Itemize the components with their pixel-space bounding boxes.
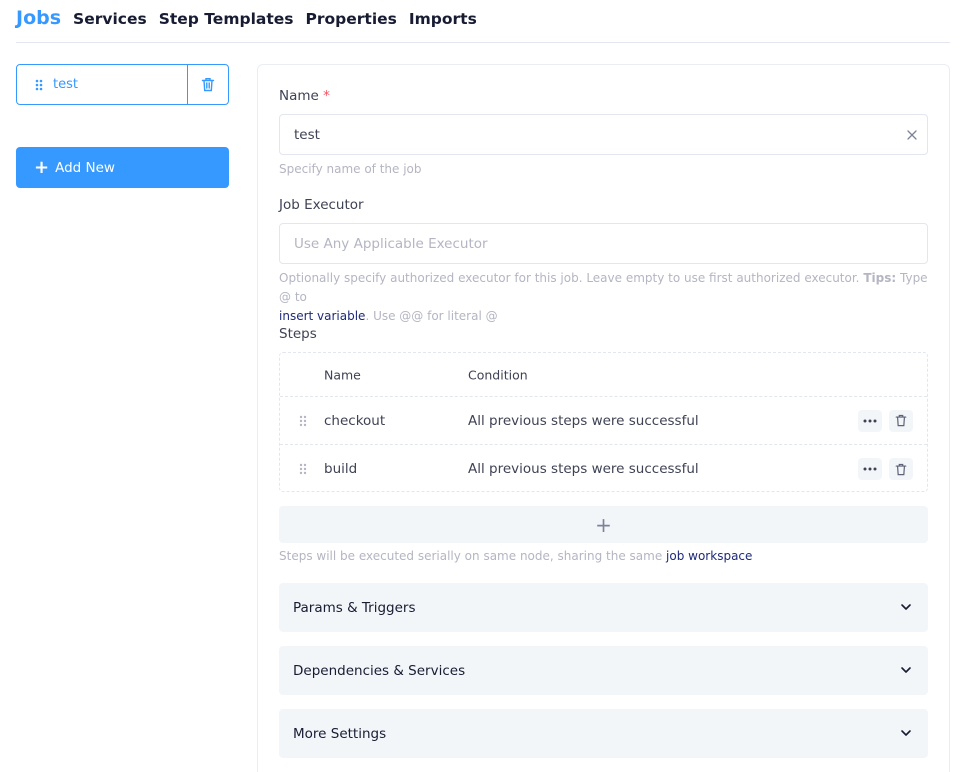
top-nav: Jobs Services Step Templates Properties … [16,0,950,43]
chevron-down-icon [901,730,911,736]
job-list-item: test [16,64,229,105]
step-name: checkout [324,412,386,429]
section-label: Dependencies & Services [293,662,466,679]
step-name: build [324,461,358,477]
add-new-job-button[interactable]: + Add New [16,147,229,188]
table-row[interactable]: build All previous steps were successful [280,445,927,493]
plus-icon: + [595,512,612,537]
table-row[interactable]: checkout All previous steps were success… [280,397,927,445]
executor-hint-text: Optionally specify authorized executor f… [279,271,860,285]
executor-field[interactable]: Use Any Applicable Executor [279,223,928,264]
executor-hint: Optionally specify authorized executor f… [279,269,928,326]
ellipsis-icon [863,467,877,471]
tab-jobs[interactable]: Jobs [16,0,61,29]
name-label: Name * [279,88,330,104]
step-condition: All previous steps were successful [468,412,699,429]
chevron-down-icon [901,667,911,673]
steps-table: Name Condition checkout All previous ste… [279,352,928,492]
column-header-name: Name [324,367,361,382]
drag-handle-icon[interactable] [298,462,308,476]
step-condition: All previous steps were successful [468,461,699,477]
name-hint: Specify name of the job [279,162,422,176]
executor-label: Job Executor [279,197,364,213]
section-params-triggers[interactable]: Params & Triggers [279,583,928,632]
ellipsis-icon [863,419,877,422]
add-new-label: Add New [55,159,115,176]
clear-icon[interactable] [905,128,919,142]
chevron-down-icon [901,604,911,610]
plus-icon: + [34,156,50,178]
more-actions-button[interactable] [858,409,882,432]
delete-step-button[interactable] [889,458,913,480]
section-more-settings[interactable]: More Settings [279,709,928,758]
trash-icon [895,463,907,475]
section-label: Params & Triggers [293,599,416,616]
steps-hint-text: Steps will be executed serially on same … [279,549,663,563]
trash-icon [201,78,215,92]
insert-variable-link[interactable]: insert variable [279,309,365,323]
drag-handle-icon[interactable] [298,414,308,428]
name-field[interactable]: test [279,114,928,155]
more-actions-button[interactable] [858,458,882,480]
job-workspace-link[interactable]: job workspace [666,549,752,563]
delete-step-button[interactable] [889,409,913,432]
section-label: More Settings [293,725,387,742]
tab-step-templates[interactable]: Step Templates [159,0,294,28]
grip-icon[interactable] [33,78,45,92]
steps-hint: Steps will be executed serially on same … [279,547,928,566]
literal-text: . Use @@ for literal @ [365,309,498,323]
job-item-label: test [53,77,78,92]
steps-table-header: Name Condition [280,353,927,397]
tab-imports[interactable]: Imports [409,0,477,28]
add-step-button[interactable]: + [279,506,928,543]
column-header-condition: Condition [468,367,528,382]
steps-label: Steps [279,326,317,342]
section-dependencies-services[interactable]: Dependencies & Services [279,646,928,695]
name-value: test [294,126,320,143]
job-item-select[interactable]: test [17,65,188,104]
tab-services[interactable]: Services [73,0,147,28]
trash-icon [895,414,907,427]
tips-label: Tips: [863,271,897,285]
tab-properties[interactable]: Properties [306,0,397,28]
required-mark: * [323,88,330,104]
name-label-text: Name [279,88,319,104]
executor-placeholder: Use Any Applicable Executor [294,235,488,252]
delete-job-button[interactable] [188,65,228,104]
